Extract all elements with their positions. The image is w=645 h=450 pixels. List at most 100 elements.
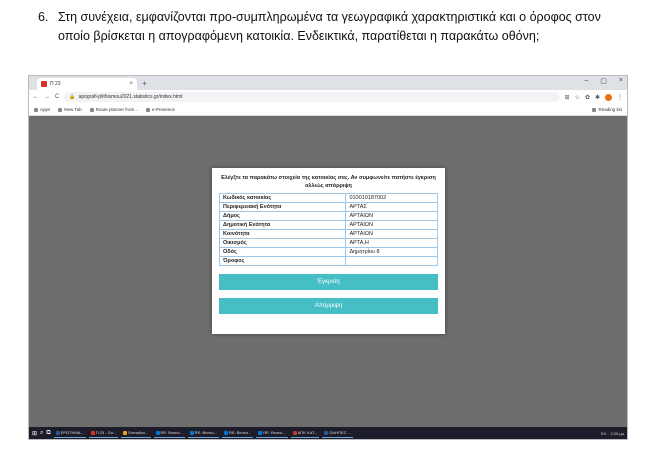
taskbar-item[interactable]: RE: Βιντεο... (153, 428, 185, 438)
table-row: Οδός Δημητρίου 8 (218, 247, 438, 257)
row-value: Δημητρίου 8 (345, 247, 438, 257)
row-label: Δήμος (218, 211, 347, 221)
reject-button[interactable]: Απόρριψη (219, 298, 438, 314)
instruction-text: Στη συνέχεια, εμφανίζονται προ-συμπληρωμ… (58, 10, 601, 43)
table-row: Οικισμός ΑΡΤΑ,Η (218, 238, 438, 248)
taskbar-item-label: ΑΠΚ ΚΑΤ... (297, 430, 318, 435)
taskbar-item[interactable]: Εκπαιδευ... (121, 428, 151, 438)
bookmark-apps[interactable]: Apps (34, 107, 50, 112)
app-icon (90, 430, 95, 435)
system-tray: ΕΛ 2:20 μμ (601, 431, 624, 436)
app-icon (224, 430, 229, 435)
taskbar-item-label: ΟΔΗΓΙΕΣ ... (329, 430, 351, 435)
row-label: Κοινότητα (218, 229, 347, 239)
search-icon[interactable]: ⌕ (40, 430, 43, 437)
site-favicon-icon (41, 81, 47, 87)
lock-icon: 🔒 (69, 94, 76, 100)
windows-taskbar: ⊞ ⌕ ⧉ ΕΡΩΤΗΜΑ... Π 23 - Go... Εκπαιδευ..… (29, 427, 627, 439)
app-icon (155, 430, 160, 435)
page-viewport: Ελέγξτε τα παρακάτω στοιχεία της κατοικί… (29, 117, 627, 427)
table-row: Δημοτική Ενότητα ΑΡΤΑΙΩΝ (218, 220, 438, 230)
extension-icon[interactable]: ✿ (585, 94, 590, 101)
taskbar-item[interactable]: RE: Βιντεο... (187, 428, 220, 438)
browser-screenshot: Π 23 × + – ▢ × ← → C 🔒 apografi-plithism… (28, 75, 628, 440)
reading-list-icon (592, 107, 597, 112)
reading-list-button[interactable]: Reading list (592, 107, 622, 112)
taskbar-item[interactable]: ΟΔΗΓΙΕΣ ... (322, 428, 353, 438)
reload-icon[interactable]: C (55, 94, 59, 100)
app-icon (189, 430, 194, 435)
profile-avatar-icon[interactable] (605, 93, 612, 101)
table-row: Κοινότητα ΑΡΤΑΙΩΝ (218, 229, 438, 239)
globe-icon (145, 107, 150, 112)
row-label: Όροφος (218, 256, 347, 266)
url-input[interactable]: 🔒 apografi-plithismou2021.statistics.gr/… (64, 92, 560, 102)
dwelling-info-table: Κωδικός κατοικίας 010010187002 Περιφερεια… (218, 193, 438, 266)
taskbar-item[interactable]: ΑΠΚ ΚΑΤ... (290, 428, 320, 438)
menu-dots-icon[interactable]: ⋮ (617, 94, 623, 101)
reading-list-label: Reading list (598, 107, 622, 112)
forward-icon[interactable]: → (44, 94, 50, 100)
table-row: Περιφερειακή Ενότητα ΑΡΤΑΣ (218, 202, 438, 212)
browser-tab[interactable]: Π 23 × (37, 78, 137, 90)
bookmark-new-tab[interactable]: New Tab (58, 107, 82, 112)
instruction-number: 6. (38, 10, 49, 24)
row-label: Οδός (218, 247, 347, 257)
bookmark-label: Route planner from... (95, 107, 138, 112)
taskbar-item[interactable]: RE: Βιντεο... (256, 428, 288, 438)
apps-grid-icon (34, 107, 38, 112)
table-row: Κωδικός κατοικίας 010010187002 (218, 193, 438, 203)
approve-button[interactable]: Έγκριση (219, 274, 438, 290)
tab-title: Π 23 (50, 81, 61, 87)
taskbar-item-label: RE: Βιντεο... (263, 430, 286, 435)
row-label: Κωδικός κατοικίας (218, 193, 347, 203)
maximize-icon[interactable]: ▢ (600, 77, 607, 85)
bookmark-route-planner[interactable]: Route planner from... (89, 107, 138, 112)
task-view-icon[interactable]: ⧉ (46, 430, 50, 437)
row-value (345, 256, 438, 266)
row-label: Περιφερειακή Ενότητα (218, 202, 347, 212)
taskbar-item[interactable]: RE: Βιντεο... (222, 428, 254, 438)
dialog-header: Ελέγξτε τα παρακάτω στοιχεία της κατοικί… (221, 175, 436, 189)
taskbar-item-label: Εκπαιδευ... (128, 430, 149, 435)
app-icon (292, 430, 297, 435)
star-icon[interactable]: ☆ (575, 94, 580, 101)
puzzle-icon[interactable]: ✱ (595, 94, 600, 101)
clock[interactable]: 2:20 μμ (610, 431, 624, 436)
row-value: ΑΡΤΑ,Η (345, 238, 438, 248)
globe-icon (58, 107, 63, 112)
close-window-icon[interactable]: × (619, 77, 623, 85)
app-icon (324, 430, 329, 435)
back-icon[interactable]: ← (33, 94, 39, 100)
browser-titlebar: Π 23 × + – ▢ × (29, 76, 627, 90)
taskbar-item-label: Π 23 - Go... (95, 430, 117, 435)
row-value: ΑΡΤΑΙΩΝ (345, 220, 438, 230)
table-row: Δήμος ΑΡΤΑΙΩΝ (218, 211, 438, 221)
row-value: ΑΡΤΑΙΩΝ (345, 211, 438, 221)
row-value: ΑΡΤΑΣ (345, 202, 438, 212)
close-tab-icon[interactable]: × (129, 81, 133, 87)
language-indicator[interactable]: ΕΛ (601, 431, 606, 436)
url-text: apografi-plithismou2021.statistics.gr/in… (78, 94, 183, 100)
windows-start-icon[interactable]: ⊞ (32, 430, 37, 437)
translate-icon[interactable]: ⊞ (565, 94, 570, 101)
app-icon (258, 430, 263, 435)
window-controls: – ▢ × (584, 77, 623, 85)
row-label: Οικισμός (218, 238, 347, 248)
taskbar-item[interactable]: Π 23 - Go... (88, 428, 119, 438)
bookmark-label: New Tab (64, 107, 82, 112)
taskbar-item[interactable]: ΕΡΩΤΗΜΑ... (53, 428, 86, 438)
bookmark-e-presence[interactable]: e-Presence (145, 107, 175, 112)
bookmark-label: Apps (40, 107, 51, 112)
minimize-icon[interactable]: – (584, 77, 588, 85)
instruction-paragraph: 6. Στη συνέχεια, εμφανίζονται προ-συμπλη… (30, 8, 630, 46)
new-tab-button[interactable]: + (142, 78, 147, 90)
taskbar-item-label: RE: Βιντεο... (194, 430, 218, 435)
row-label: Δημοτική Ενότητα (218, 220, 347, 230)
taskbar-item-label: RE: Βιντεο... (229, 430, 252, 435)
row-value: 010010187002 (345, 193, 438, 203)
route-icon (89, 107, 94, 112)
bookmark-label: e-Presence (151, 107, 175, 112)
toolbar-icons: ⊞ ☆ ✿ ✱ ⋮ (565, 93, 623, 101)
bookmarks-bar: Apps New Tab Route planner from... e-Pre… (29, 104, 627, 116)
